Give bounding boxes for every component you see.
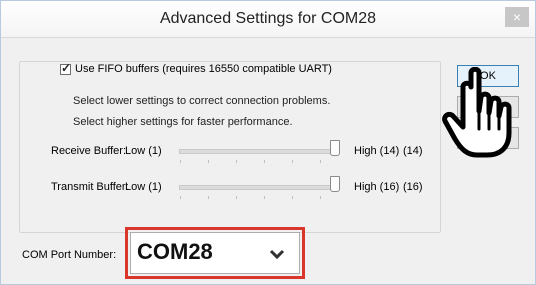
receive-buffer-slider[interactable] [179,149,337,163]
slider-tick [292,160,293,163]
transmit-slider-thumb[interactable] [330,176,340,192]
slider-tick [236,160,237,163]
receive-value: (14) [403,145,423,157]
transmit-value: (16) [403,181,423,193]
transmit-low-label: Low (1) [125,181,162,193]
com-port-value: COM28 [137,239,213,264]
com-port-label: COM Port Number: [22,249,117,261]
lower-settings-note: Select lower settings to correct connect… [73,95,331,107]
slider-tick [292,196,293,199]
advanced-settings-dialog: Advanced Settings for COM28 × ✓ Use FIFO… [0,0,536,285]
close-button[interactable]: × [505,7,529,27]
com-port-select[interactable]: COM28 [130,232,300,274]
dialog-title: Advanced Settings for COM28 [159,10,377,27]
receive-high-label: High (14) [354,145,400,157]
receive-slider-thumb[interactable] [330,140,340,156]
slider-tick [180,196,181,199]
slider-tick [320,160,321,163]
title-bar: Advanced Settings for COM28 × [1,1,535,38]
transmit-buffer-label: Transmit Buffer: [51,181,129,193]
transmit-high-label: High (16) [354,181,400,193]
hand-pointer-icon [442,67,512,158]
chevron-down-icon [269,249,285,260]
slider-tick [320,196,321,199]
fifo-label: Use FIFO buffers (requires 16550 compati… [75,63,332,75]
checkmark-icon: ✓ [61,60,72,75]
slider-tick [180,160,181,163]
fifo-checkbox-row[interactable]: ✓ Use FIFO buffers (requires 16550 compa… [57,60,335,75]
slider-tick [208,196,209,199]
fifo-checkbox[interactable]: ✓ [60,60,72,75]
higher-settings-note: Select higher settings for faster perfor… [73,116,293,128]
slider-tick [264,160,265,163]
slider-tick [236,196,237,199]
slider-tick [264,196,265,199]
slider-tick [208,160,209,163]
receive-buffer-label: Receive Buffer: [51,145,127,157]
receive-low-label: Low (1) [125,145,162,157]
transmit-buffer-slider[interactable] [179,185,337,199]
